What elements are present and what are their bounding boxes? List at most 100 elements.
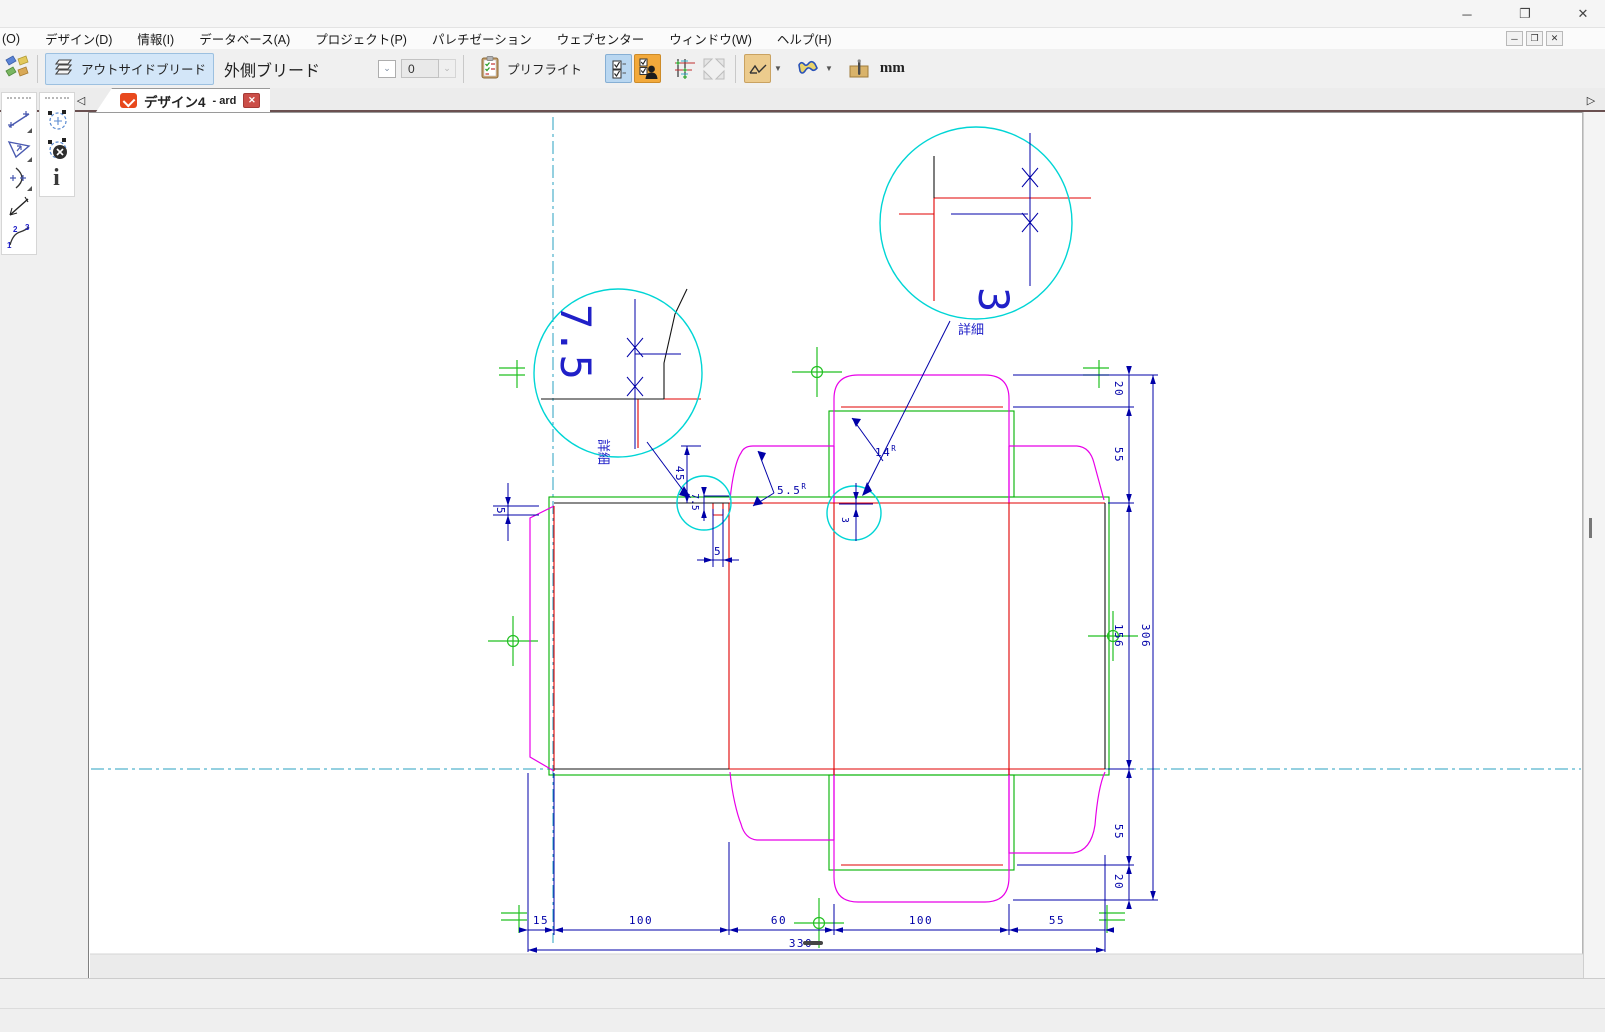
dim-glue-offset: 5 xyxy=(494,507,507,515)
dim-panel3-width: 100 xyxy=(909,914,933,927)
mdi-window-buttons: ─ ❐ ✕ xyxy=(1506,31,1563,46)
preflight-clipboard-icon xyxy=(479,55,501,83)
menu-item-project[interactable]: プロジェクト(P) xyxy=(315,29,407,48)
window-minimize-button[interactable]: ─ xyxy=(1453,3,1481,25)
flyout-indicator xyxy=(27,128,32,133)
line-angle-tool[interactable] xyxy=(4,105,33,134)
outside-bleed-button[interactable]: アウトサイドブリード xyxy=(45,53,214,85)
detail-annotations xyxy=(627,133,1038,493)
die-cut-lines xyxy=(530,375,1105,902)
dim-bottom-lid-height: 55 xyxy=(1112,824,1125,840)
flyout-indicator xyxy=(27,157,32,162)
numbered-curve-tool[interactable]: 1 2 3 xyxy=(4,221,33,250)
tab-title: デザイン4 xyxy=(144,91,206,111)
canvas-right-gutter xyxy=(1583,112,1605,978)
fit-view-button xyxy=(700,54,727,83)
line-angle-mode-button[interactable] xyxy=(744,54,771,83)
rule-pin-icon xyxy=(848,58,870,80)
level-value-field[interactable]: 0 xyxy=(401,59,439,78)
menu-item-partial[interactable]: (O) xyxy=(2,32,20,46)
dim-panel4-width: 55 xyxy=(1049,914,1065,927)
checkboxes-user-icon xyxy=(638,58,658,80)
map-view-button[interactable] xyxy=(795,54,822,83)
units-button[interactable] xyxy=(846,54,873,83)
design-canvas[interactable]: 15 100 60 100 55 330 20 55 156 55 20 306… xyxy=(88,112,1583,978)
dim-slot-5: 5 xyxy=(714,545,722,558)
arc-tool[interactable] xyxy=(4,163,33,192)
vertical-scroll-thumb[interactable] xyxy=(1589,518,1592,538)
horizontal-scroll-thumb[interactable] xyxy=(803,941,823,945)
svg-text:1: 1 xyxy=(7,241,12,249)
menu-item-window[interactable]: ウィンドウ(W) xyxy=(669,29,752,48)
mdi-close-button[interactable]: ✕ xyxy=(1546,31,1563,46)
dimension-labels: 15 100 60 100 55 330 20 55 156 55 20 306… xyxy=(494,287,1152,950)
checkboxes-toggle-button[interactable] xyxy=(605,54,632,83)
tab-scroll-left-button[interactable]: ◁ xyxy=(74,92,88,108)
detail-1-value: 7.5 xyxy=(551,304,600,380)
menu-item-design[interactable]: デザイン(D) xyxy=(45,29,112,48)
radius-label-14: 14R xyxy=(875,444,897,459)
circle-delete-tool[interactable] xyxy=(42,134,71,163)
tab-title-extension: - ard xyxy=(213,95,237,107)
svg-text:3: 3 xyxy=(25,223,30,232)
map-flag-icon xyxy=(796,59,820,79)
level-dropdown-button[interactable]: ⌄ xyxy=(378,60,396,78)
menu-item-webcenter[interactable]: ウェブセンター xyxy=(557,29,645,48)
map-dropdown-arrow[interactable]: ▼ xyxy=(825,64,833,73)
svg-text:2: 2 xyxy=(13,225,18,234)
document-tab-design4[interactable]: デザイン4 - ard ✕ xyxy=(96,88,270,112)
palette-grip[interactable] xyxy=(7,97,31,102)
toolbar-separator xyxy=(463,55,464,83)
detail-circles xyxy=(534,127,1072,540)
dim-total-height: 306 xyxy=(1139,624,1152,648)
dim-panel2-width: 60 xyxy=(771,914,787,927)
radius-label-55: 5.5R xyxy=(777,482,807,497)
outside-bleed-mode-label: 外側ブリード xyxy=(224,57,320,81)
detail-2-caption: 詳細 xyxy=(958,322,984,337)
die-design-button[interactable] xyxy=(671,54,698,83)
main-toolbar: アウトサイドブリード 外側ブリード ⌄ 0 ⌄ プリフライト xyxy=(0,49,1605,88)
layers-icon xyxy=(53,58,75,79)
dim-bottom-tuck-height: 20 xyxy=(1112,874,1125,890)
application-window: ─ ❐ ✕ (O) デザイン(D) 情報(I) データベース(A) プロジェクト… xyxy=(0,0,1605,1032)
measure-line-tool[interactable] xyxy=(4,192,33,221)
mdi-minimize-button[interactable]: ─ xyxy=(1506,31,1523,46)
bleed-outline xyxy=(549,411,1109,870)
fit-arrows-icon xyxy=(702,57,726,81)
menu-item-palletization[interactable]: パレチゼーション xyxy=(432,29,532,48)
flyout-indicator xyxy=(27,186,32,191)
dim-notch-75: 7.5 xyxy=(689,493,700,510)
info-tool[interactable]: i xyxy=(42,163,71,192)
die-line-drawing: 15 100 60 100 55 330 20 55 156 55 20 306… xyxy=(89,113,1584,979)
palette-grip[interactable] xyxy=(45,97,69,102)
checkboxes-user-toggle-button[interactable] xyxy=(634,54,661,83)
dim-flap-45: 45 xyxy=(673,466,686,482)
menu-item-database[interactable]: データベース(A) xyxy=(199,29,290,48)
zigzag-line-icon xyxy=(748,61,768,77)
tab-scroll-right-button[interactable]: ▷ xyxy=(1584,92,1598,108)
status-bar xyxy=(0,978,1605,1008)
dim-slot-3: 3 xyxy=(839,517,850,523)
document-tab-bar: ◁ デザイン4 - ard ✕ ▷ xyxy=(0,88,1605,112)
detail-2-value: 3 xyxy=(969,287,1018,312)
toolbar-separator xyxy=(735,55,736,83)
line-mode-dropdown-arrow[interactable]: ▼ xyxy=(774,64,782,73)
tool-palette-primary: 1 2 3 xyxy=(1,92,37,255)
info-glyph: i xyxy=(53,166,60,190)
circle-add-tool[interactable] xyxy=(42,105,71,134)
menu-item-info[interactable]: 情報(I) xyxy=(137,29,174,48)
dimension-lines xyxy=(493,375,1158,952)
window-maximize-button[interactable]: ❐ xyxy=(1511,3,1539,25)
units-label: mm xyxy=(880,60,905,77)
app-arrows-icon[interactable] xyxy=(4,53,30,84)
tab-close-button[interactable]: ✕ xyxy=(243,93,260,108)
dim-tuck-height: 20 xyxy=(1112,381,1125,397)
mdi-restore-button[interactable]: ❐ xyxy=(1526,31,1543,46)
menu-item-help[interactable]: ヘルプ(H) xyxy=(777,29,832,48)
level-spinner-button[interactable]: ⌄ xyxy=(439,59,456,78)
canvas-bottom-strip xyxy=(90,954,1583,978)
window-close-button[interactable]: ✕ xyxy=(1569,3,1597,25)
shape-arrow-tool[interactable] xyxy=(4,134,33,163)
dim-panel1-width: 100 xyxy=(629,914,653,927)
preflight-button[interactable]: プリフライト xyxy=(471,53,590,85)
